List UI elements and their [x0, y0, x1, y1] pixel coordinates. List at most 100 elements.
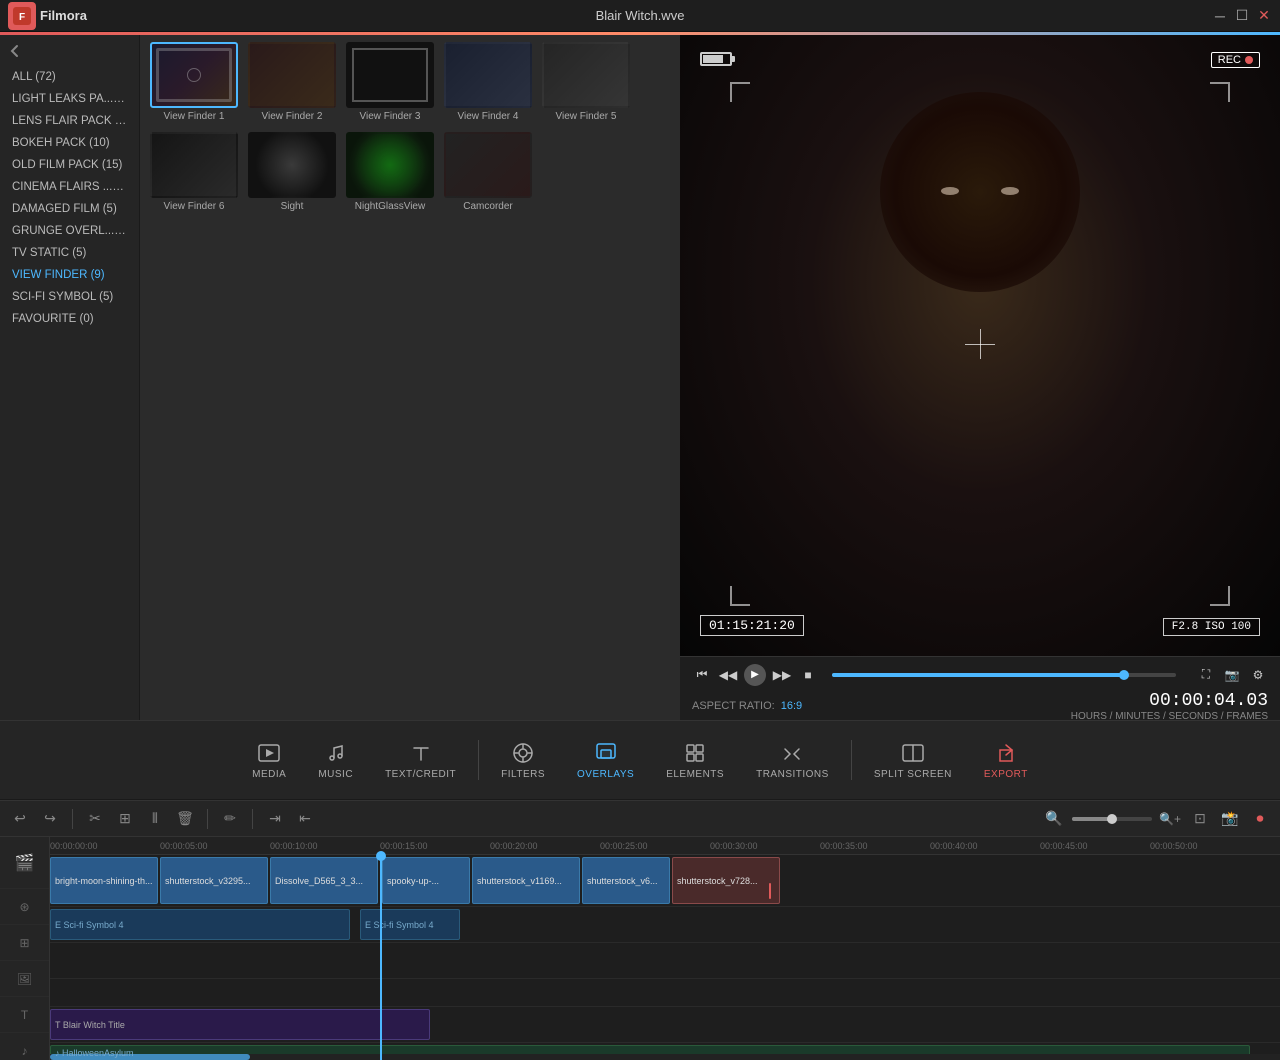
cut-button[interactable]: ✂ — [83, 807, 107, 831]
thumb-label-cam: Camcorder — [463, 201, 512, 212]
thumb-item-vf4[interactable]: View Finder 4 — [444, 42, 532, 122]
thumb-item-cam[interactable]: Camcorder — [444, 132, 532, 212]
stop-button[interactable]: ■ — [798, 665, 818, 685]
jump-start-button[interactable]: ⏮ — [692, 665, 712, 685]
sidebar-item-view-finder[interactable]: VIEW FINDER (9) — [0, 264, 139, 286]
thumb-item-vf2[interactable]: View Finder 2 — [248, 42, 336, 122]
toolbar-media-button[interactable]: MEDIA — [238, 733, 300, 788]
thumb-img-sight — [248, 132, 336, 198]
close-button[interactable]: ✕ — [1256, 8, 1272, 24]
track-row-image — [50, 979, 1280, 1007]
clip-video-3[interactable]: spooky-up-... — [382, 857, 470, 904]
sidebar-item-tv-static[interactable]: TV STATIC (5) — [0, 242, 139, 264]
thumb-item-sight[interactable]: Sight — [248, 132, 336, 212]
zoom-in-button[interactable]: 🔍+ — [1158, 807, 1182, 831]
track-row-text: T Blair Witch Title — [50, 1007, 1280, 1043]
ruler-tick-6: 00:00:30:00 — [710, 841, 758, 851]
minimize-button[interactable]: ─ — [1212, 8, 1228, 24]
ruler-tick-2: 00:00:10:00 — [270, 841, 318, 851]
sidebar-item-sci-fi[interactable]: SCI-FI SYMBOL (5) — [0, 286, 139, 308]
preview-video: REC 01:15:21:20 F2.8 ISO 100 — [680, 32, 1280, 656]
thumb-item-vf3[interactable]: View Finder 3 — [346, 42, 434, 122]
toolbar-split-screen-button[interactable]: SPLIT SCREEN — [860, 733, 966, 788]
toolbar-elements-button[interactable]: ELEMENTS — [652, 733, 738, 788]
clip-video-2[interactable]: Dissolve_D565_3_3... — [270, 857, 378, 904]
play-pause-button[interactable]: ▶ — [744, 664, 766, 686]
clip-video-1[interactable]: shutterstock_v3295... — [160, 857, 268, 904]
sidebar-item-light-leaks[interactable]: LIGHT LEAKS PA... (8) — [0, 88, 139, 110]
redo-button[interactable]: ↪ — [38, 807, 62, 831]
toolbar-filters-label: FILTERS — [501, 769, 545, 780]
toolbar-filters-button[interactable]: FILTERS — [487, 733, 559, 788]
sidebar-item-damaged-film[interactable]: DAMAGED FILM (5) — [0, 198, 139, 220]
step-forward-button[interactable]: ▶▶ — [772, 665, 792, 685]
exposure-overlay: F2.8 ISO 100 — [1163, 618, 1260, 636]
toolbar-transitions-button[interactable]: TRANSITIONS — [742, 733, 843, 788]
aspect-ratio-value[interactable]: 16:9 — [781, 700, 802, 712]
track-label-image: 🖼 — [0, 961, 49, 997]
toolbar-elements-label: ELEMENTS — [666, 769, 724, 780]
sidebar-item-grunge[interactable]: GRUNGE OVERL... (5) — [0, 220, 139, 242]
toolbar-text-button[interactable]: TEXT/CREDIT — [371, 733, 470, 788]
clip-effect-1[interactable]: E Sci-fi Symbol 4 — [360, 909, 460, 940]
toolbar-filters-icon — [511, 741, 535, 765]
ripple-button[interactable]: ⇥ — [263, 807, 287, 831]
sidebar-item-favourite[interactable]: FAVOURITE (0) — [0, 308, 139, 330]
timeline-content: 🎬 ⊛ ⊞ 🖼 T ♪ 00:00:00:0000:00:05:0000:00:… — [0, 837, 1280, 1060]
clip-video-0[interactable]: bright-moon-shining-th... — [50, 857, 158, 904]
clip-video-4[interactable]: shutterstock_v1169... — [472, 857, 580, 904]
zoom-thumb — [1107, 814, 1117, 824]
toolbar-overlays-button[interactable]: OVERLAYS — [563, 733, 648, 788]
ruler-tick-1: 00:00:05:00 — [160, 841, 208, 851]
thumb-item-vf6[interactable]: View Finder 6 — [150, 132, 238, 212]
ruler-tick-9: 00:00:45:00 — [1040, 841, 1088, 851]
toolbar-export-button[interactable]: EXPORT — [970, 733, 1042, 788]
clip-text-0[interactable]: T Blair Witch Title — [50, 1009, 430, 1040]
thumb-item-vf5[interactable]: View Finder 5 — [542, 42, 630, 122]
sidebar-item-cinema-flairs[interactable]: CINEMA FLAIRS ... (5) — [0, 176, 139, 198]
settings-button[interactable]: ⚙ — [1248, 665, 1268, 685]
undo-button[interactable]: ↩ — [8, 807, 32, 831]
screenshot-button[interactable]: 📷 — [1222, 665, 1242, 685]
sidebar-item-lens-flair[interactable]: LENS FLAIR PACK (5) — [0, 110, 139, 132]
fit-button[interactable]: ⊡ — [1188, 807, 1212, 831]
playback-progress[interactable] — [832, 673, 1176, 677]
pen-button[interactable]: ✏ — [218, 807, 242, 831]
sidebar-item-old-film[interactable]: OLD FILM PACK (15) — [0, 154, 139, 176]
split-button[interactable]: ⫴ — [143, 807, 167, 831]
zoom-slider[interactable] — [1072, 817, 1152, 821]
rec-badge: REC — [1211, 52, 1260, 68]
toolbar-music-button[interactable]: MUSIC — [304, 733, 367, 788]
aspect-ratio-label: ASPECT RATIO: — [692, 700, 775, 712]
aspect-ratio-bar: ASPECT RATIO: 16:9 00:00:04.03 HOURS / M… — [680, 692, 1280, 720]
group-button[interactable]: ⊞ — [113, 807, 137, 831]
thumb-img-vf3 — [346, 42, 434, 108]
timecode-overlay: 01:15:21:20 — [700, 615, 804, 636]
clip-effect-0[interactable]: E Sci-fi Symbol 4 — [50, 909, 350, 940]
snapshot-button[interactable]: 📸 — [1218, 807, 1242, 831]
crosshair — [965, 329, 995, 359]
thumb-item-vf1[interactable]: View Finder 1 — [150, 42, 238, 122]
delete-button[interactable]: 🗑 — [173, 807, 197, 831]
sidebar-back-button[interactable] — [0, 40, 139, 62]
timeline-tracks[interactable]: 00:00:00:0000:00:05:0000:00:10:0000:00:1… — [50, 837, 1280, 1060]
zoom-out-button[interactable]: 🔍 — [1042, 807, 1066, 831]
thumb-label-vf2: View Finder 2 — [262, 111, 323, 122]
toolbar-separator-7 — [851, 740, 852, 780]
frame-corner-tr — [1210, 82, 1230, 102]
sidebar-item-bokeh[interactable]: BOKEH PACK (10) — [0, 132, 139, 154]
slide-button[interactable]: ⇤ — [293, 807, 317, 831]
toolbar-media-label: MEDIA — [252, 769, 286, 780]
record-button[interactable]: ⏺ — [1248, 807, 1272, 831]
clip-video-6[interactable]: shutterstock_v728... — [672, 857, 780, 904]
clip-video-5[interactable]: shutterstock_v6... — [582, 857, 670, 904]
tl-separator-1 — [72, 809, 73, 829]
sidebar-item-all[interactable]: ALL (72) — [0, 66, 139, 88]
fullscreen-button[interactable]: ⛶ — [1196, 665, 1216, 685]
step-back-button[interactable]: ◀◀ — [718, 665, 738, 685]
thumb-item-night[interactable]: NightGlassView — [346, 132, 434, 212]
maximize-button[interactable]: ☐ — [1234, 8, 1250, 24]
track-label-video: 🎬 — [0, 837, 49, 889]
playhead[interactable] — [380, 855, 382, 1060]
zoom-fill — [1072, 817, 1112, 821]
